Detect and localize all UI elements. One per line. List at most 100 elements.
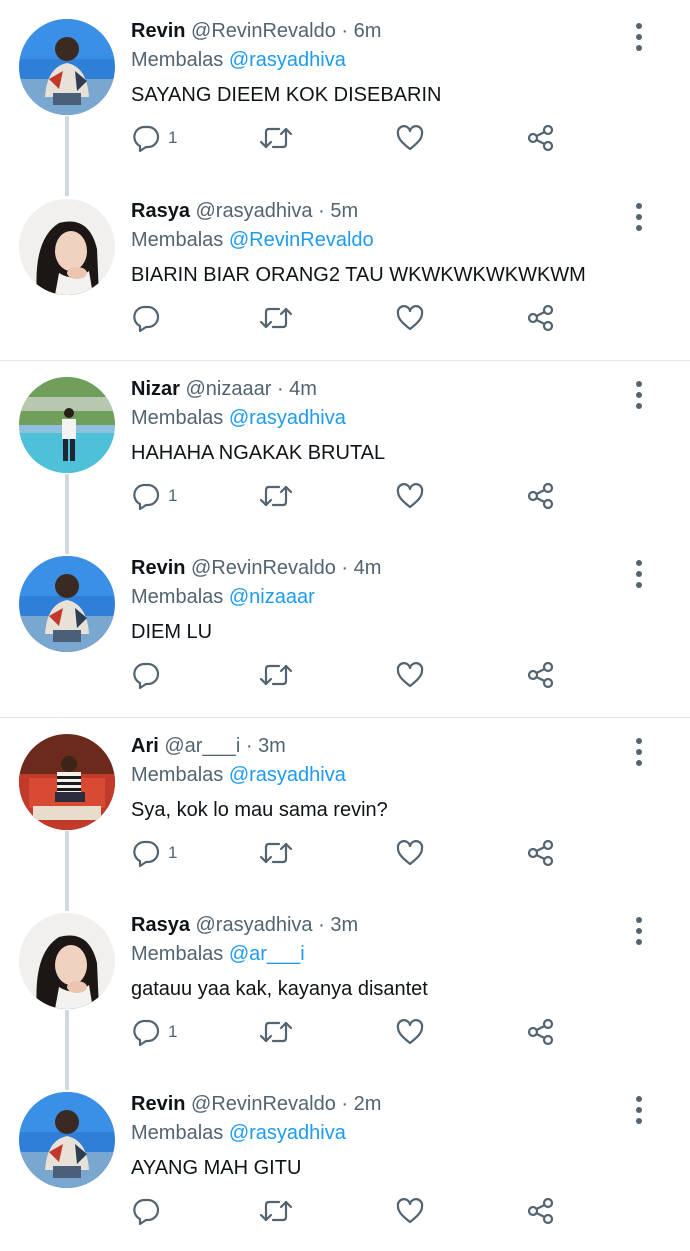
share-button[interactable] <box>526 835 556 871</box>
timestamp[interactable]: 6m <box>354 20 382 42</box>
more-options-button[interactable] <box>626 737 652 767</box>
share-button[interactable] <box>526 120 556 156</box>
more-options-button[interactable] <box>626 380 652 410</box>
timestamp[interactable]: 3m <box>258 735 286 757</box>
more-options-button[interactable] <box>626 559 652 589</box>
tweet[interactable]: Ari @ar___i · 3m Membalas @rasyadhiva Sy… <box>0 715 690 893</box>
reply-button[interactable] <box>131 1193 168 1229</box>
retweet-button[interactable] <box>259 120 293 156</box>
tweet[interactable]: Revin @RevinRevaldo · 6m Membalas @rasya… <box>0 0 690 178</box>
tweet-header: Rasya @rasyadhiva · 3m <box>131 914 358 937</box>
share-icon <box>526 660 556 690</box>
reply-icon <box>131 1196 161 1226</box>
mention-link[interactable]: @RevinRevaldo <box>229 229 374 251</box>
tweet[interactable]: Rasya @rasyadhiva · 5m Membalas @RevinRe… <box>0 180 690 358</box>
timestamp[interactable]: 2m <box>354 1093 382 1115</box>
replying-label: Membalas <box>131 407 224 429</box>
separator-dot: · <box>318 914 325 936</box>
retweet-button[interactable] <box>259 657 293 693</box>
display-name[interactable]: Nizar <box>131 378 180 400</box>
share-button[interactable] <box>526 657 556 693</box>
avatar[interactable] <box>19 1092 115 1188</box>
retweet-button[interactable] <box>259 1014 293 1050</box>
like-icon <box>395 123 425 153</box>
share-button[interactable] <box>526 1193 556 1229</box>
like-icon <box>395 1196 425 1226</box>
timestamp[interactable]: 4m <box>354 557 382 579</box>
share-button[interactable] <box>526 1014 556 1050</box>
display-name[interactable]: Revin <box>131 1093 185 1115</box>
user-handle[interactable]: @ar___i <box>164 735 240 757</box>
tweet-header: Ari @ar___i · 3m <box>131 735 286 758</box>
reply-button[interactable]: 1 <box>131 1014 177 1050</box>
tweet[interactable]: Revin @RevinRevaldo · 4m Membalas @nizaa… <box>0 537 690 715</box>
replying-to: Membalas @rasyadhiva <box>131 764 346 787</box>
share-button[interactable] <box>526 478 556 514</box>
mention-link[interactable]: @rasyadhiva <box>229 764 346 786</box>
retweet-button[interactable] <box>259 478 293 514</box>
tweet-header: Revin @RevinRevaldo · 6m <box>131 20 381 43</box>
user-handle[interactable]: @RevinRevaldo <box>191 20 336 42</box>
more-options-button[interactable] <box>626 916 652 946</box>
like-button[interactable] <box>395 478 425 514</box>
reply-button[interactable]: 1 <box>131 835 177 871</box>
display-name[interactable]: Rasya <box>131 200 190 222</box>
user-handle[interactable]: @rasyadhiva <box>196 914 313 936</box>
like-button[interactable] <box>395 835 425 871</box>
mention-link[interactable]: @nizaaar <box>229 586 315 608</box>
user-handle[interactable]: @RevinRevaldo <box>191 557 336 579</box>
user-handle[interactable]: @rasyadhiva <box>196 200 313 222</box>
tweet-text: HAHAHA NGAKAK BRUTAL <box>131 442 386 464</box>
share-icon <box>526 838 556 868</box>
tweet-text: DIEM LU <box>131 621 213 643</box>
timestamp[interactable]: 5m <box>330 200 358 222</box>
retweet-button[interactable] <box>259 835 293 871</box>
mention-link[interactable]: @rasyadhiva <box>229 407 346 429</box>
mention-link[interactable]: @ar___i <box>229 943 305 965</box>
retweet-button[interactable] <box>259 1193 293 1229</box>
share-button[interactable] <box>526 300 556 336</box>
replying-to: Membalas @rasyadhiva <box>131 407 346 430</box>
reply-button[interactable] <box>131 300 168 336</box>
user-handle[interactable]: @RevinRevaldo <box>191 1093 336 1115</box>
reply-button[interactable]: 1 <box>131 478 177 514</box>
replying-to: Membalas @rasyadhiva <box>131 1122 346 1145</box>
like-button[interactable] <box>395 1193 425 1229</box>
avatar[interactable] <box>19 377 115 473</box>
mention-link[interactable]: @rasyadhiva <box>229 49 346 71</box>
share-icon <box>526 481 556 511</box>
timestamp[interactable]: 3m <box>330 914 358 936</box>
avatar[interactable] <box>19 199 115 295</box>
mention-link[interactable]: @rasyadhiva <box>229 1122 346 1144</box>
like-button[interactable] <box>395 120 425 156</box>
separator-dot: · <box>245 735 253 757</box>
display-name[interactable]: Revin <box>131 20 185 42</box>
replying-to: Membalas @nizaaar <box>131 586 315 609</box>
more-options-button[interactable] <box>626 1095 652 1125</box>
reply-button[interactable] <box>131 657 168 693</box>
avatar[interactable] <box>19 913 115 1009</box>
tweet[interactable]: Revin @RevinRevaldo · 2m Membalas @rasya… <box>0 1073 690 1251</box>
like-button[interactable] <box>395 1014 425 1050</box>
retweet-icon <box>259 1196 293 1226</box>
tweet[interactable]: Rasya @rasyadhiva · 3m Membalas @ar___i … <box>0 894 690 1072</box>
retweet-button[interactable] <box>259 300 293 336</box>
user-handle[interactable]: @nizaaar <box>185 378 271 400</box>
timestamp[interactable]: 4m <box>289 378 317 400</box>
replying-label: Membalas <box>131 764 224 786</box>
like-button[interactable] <box>395 300 425 336</box>
more-options-button[interactable] <box>626 22 652 52</box>
display-name[interactable]: Revin <box>131 557 185 579</box>
display-name[interactable]: Rasya <box>131 914 190 936</box>
more-options-button[interactable] <box>626 202 652 232</box>
display-name[interactable]: Ari <box>131 735 159 757</box>
reply-count: 1 <box>168 128 178 147</box>
avatar[interactable] <box>19 19 115 115</box>
replying-to: Membalas @ar___i <box>131 943 305 966</box>
like-button[interactable] <box>395 657 425 693</box>
tweet[interactable]: Nizar @nizaaar · 4m Membalas @rasyadhiva… <box>0 358 690 536</box>
avatar[interactable] <box>19 734 115 830</box>
reply-button[interactable]: 1 <box>131 120 177 156</box>
avatar[interactable] <box>19 556 115 652</box>
separator-dot: · <box>341 1093 349 1115</box>
